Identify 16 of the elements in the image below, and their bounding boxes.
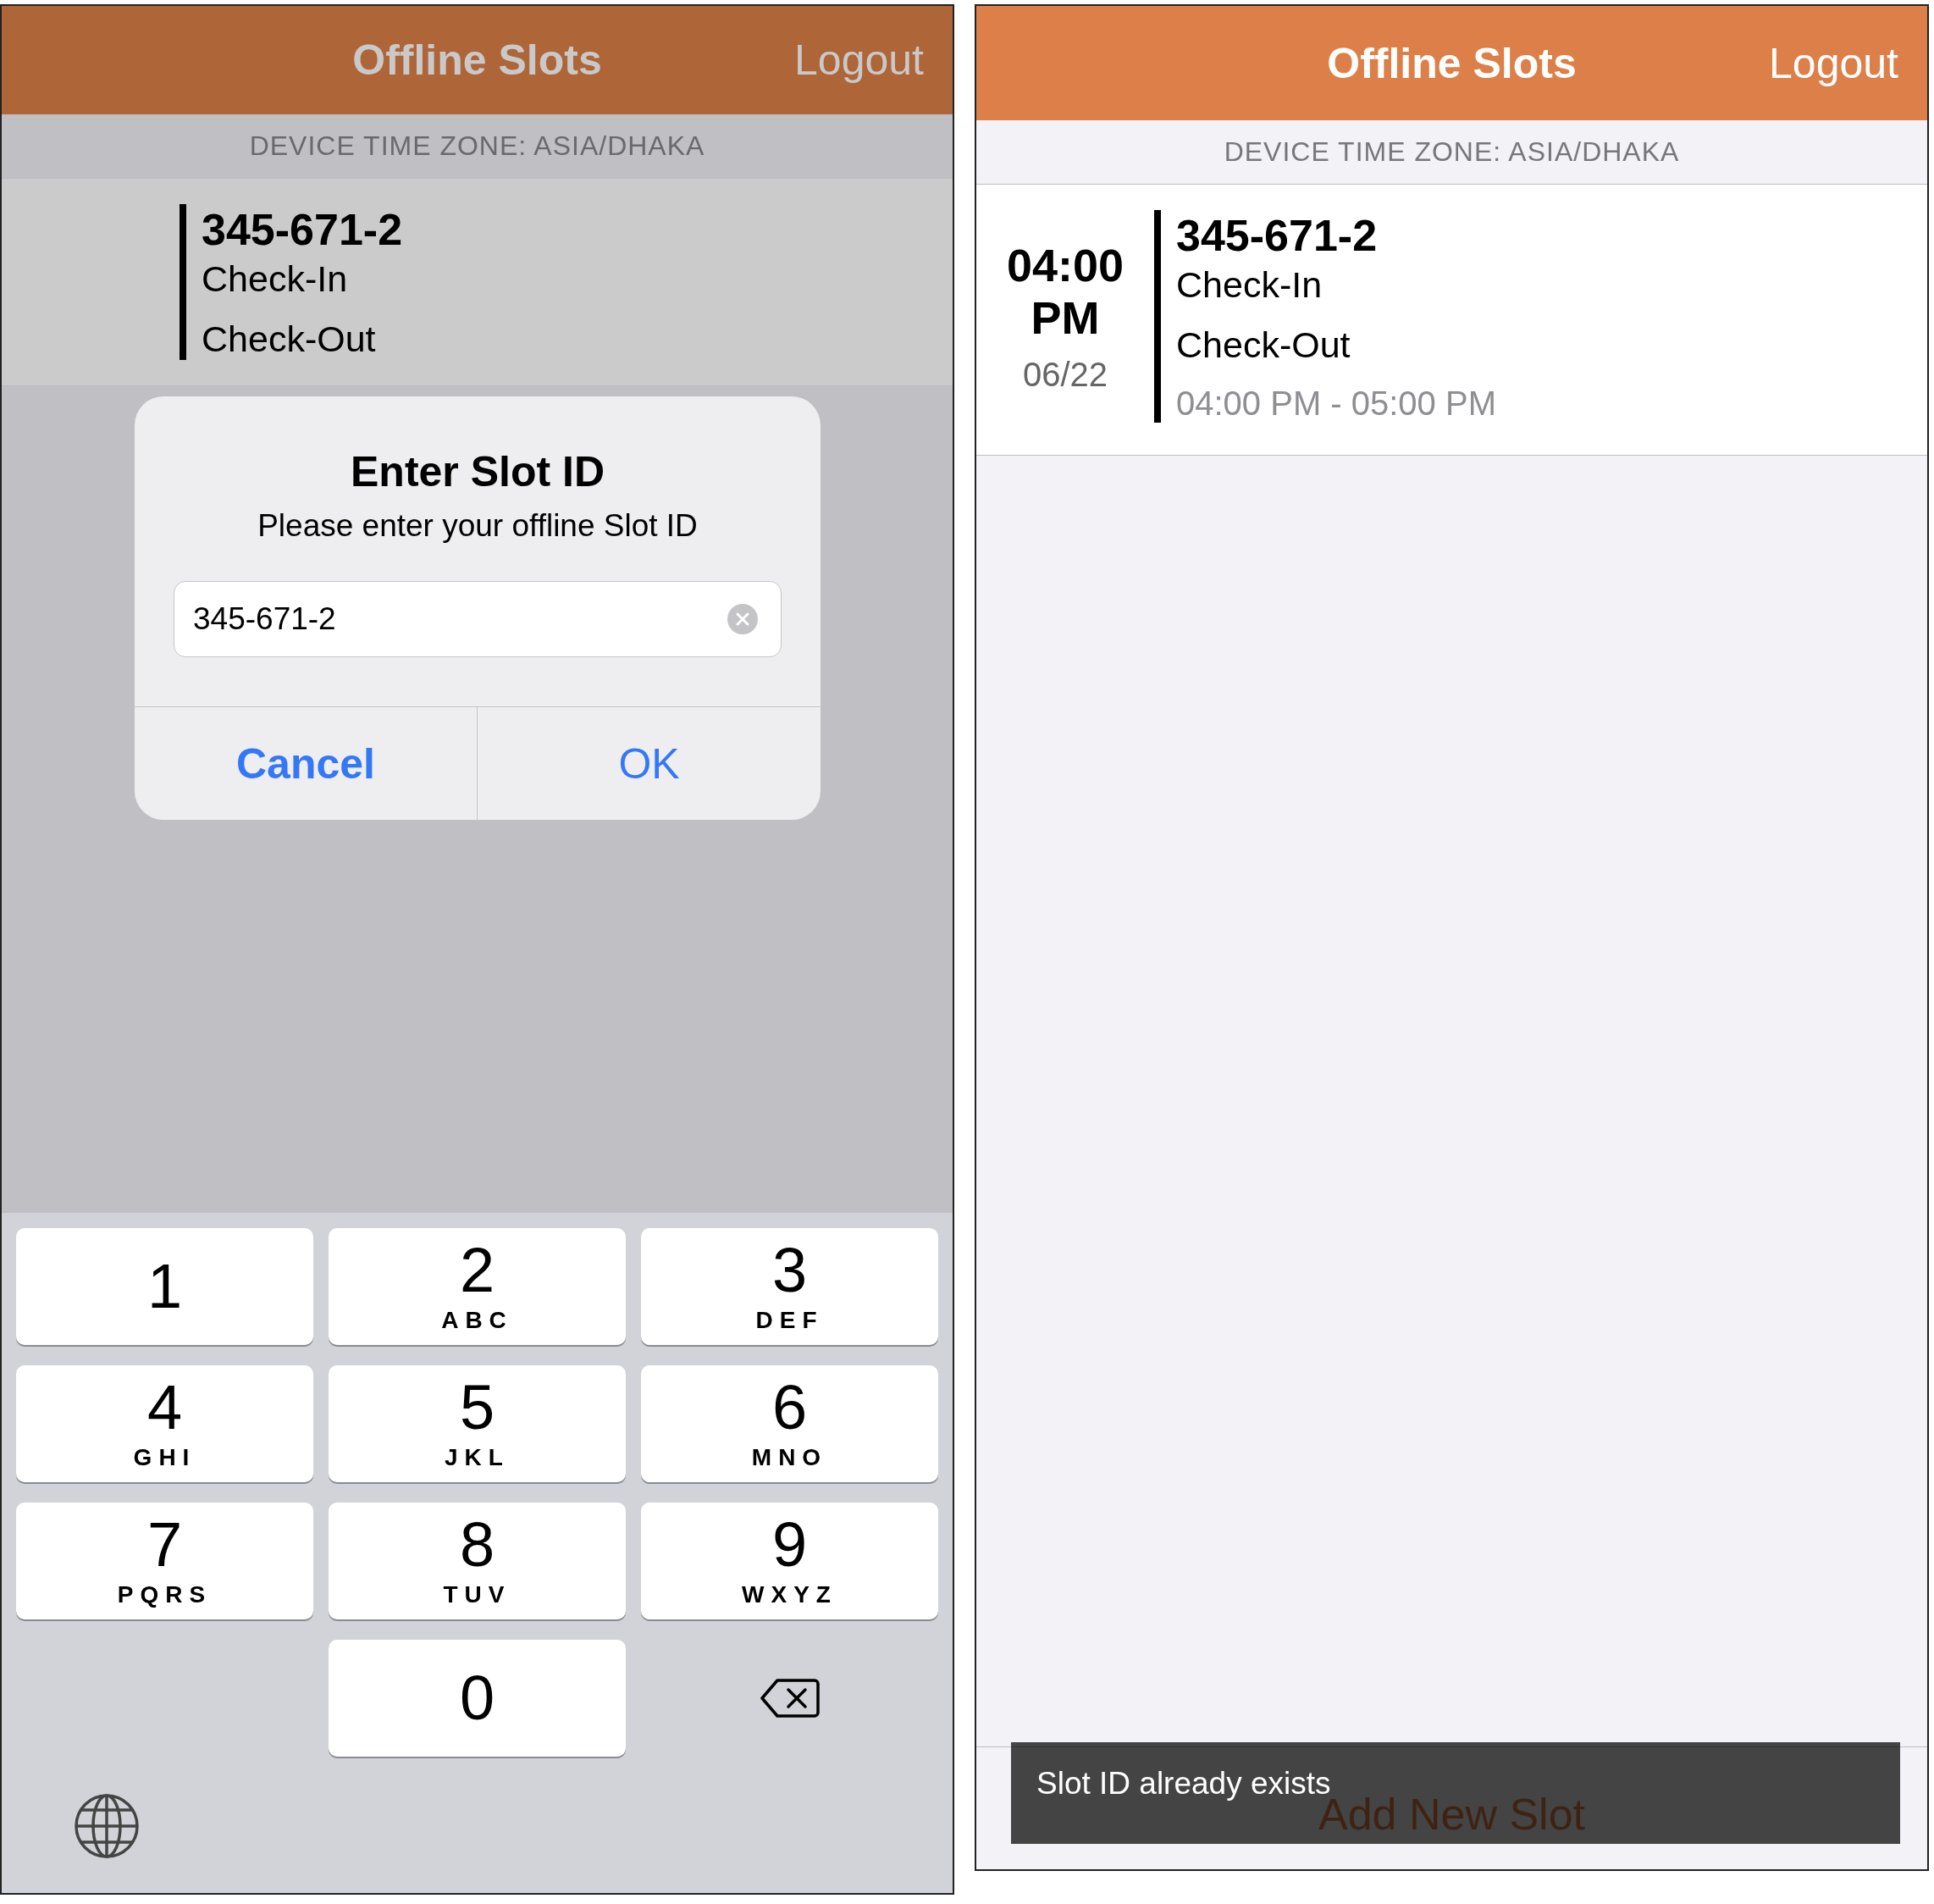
time-zone-label: DEVICE TIME ZONE: ASIA/DHAKA <box>249 130 705 162</box>
dialog-message: Please enter your offline Slot ID <box>257 508 698 544</box>
check-out-label: Check-Out <box>202 318 377 360</box>
slot-id: 345-671-2 <box>1176 210 1379 261</box>
screen-title: Offline Slots <box>352 36 602 85</box>
time-zone-label: DEVICE TIME ZONE: ASIA/DHAKA <box>1224 136 1680 168</box>
check-in-label: Check-In <box>202 258 349 300</box>
screen-title: Offline Slots <box>1327 38 1577 88</box>
slot-time: 04:00 PM <box>1005 238 1125 345</box>
slot-date: 06/22 <box>1022 356 1108 395</box>
dialog-title: Enter Slot ID <box>351 447 605 496</box>
slot-id: 345-671-2 <box>202 204 403 255</box>
toast-message: Slot ID already exists <box>1036 1766 1331 1801</box>
slot-time-range: 04:00 PM - 05:00 PM <box>1176 385 1496 423</box>
check-out-label: Check-Out <box>1176 324 1351 366</box>
check-in-label: Check-In <box>1176 264 1323 306</box>
